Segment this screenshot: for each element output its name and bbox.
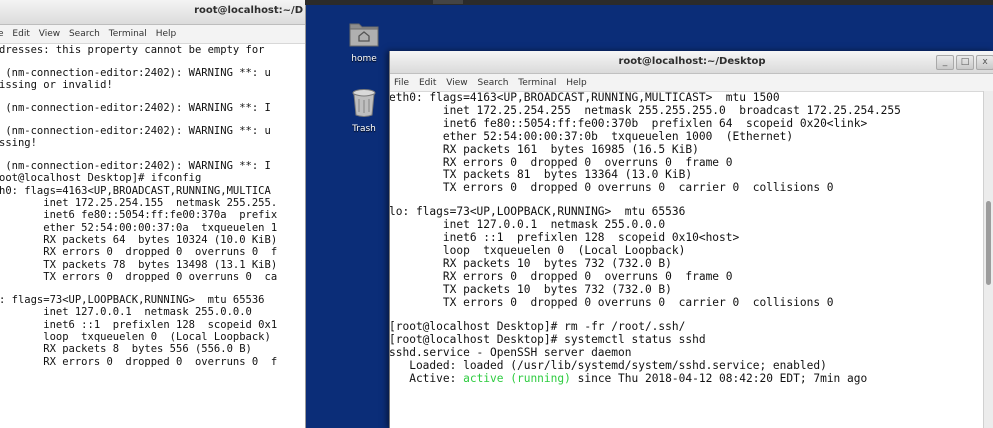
terminal-line: inet6 ::1 prefixlen 128 scopeid 0x1	[0, 318, 278, 331]
desktop-icon-label: home	[351, 54, 377, 64]
terminal-line: dresses: this property cannot be empty f…	[0, 44, 265, 56]
menu-help[interactable]: Help	[156, 29, 177, 39]
terminal-line: TX packets 78 bytes 13498 (13.1 KiB)	[0, 258, 278, 271]
terminal-line: sshd.service - OpenSSH server daemon	[389, 345, 632, 359]
terminal-window[interactable]: root@localhost:~/Desktop _ □ x File Edit…	[389, 51, 993, 428]
terminal-line: (nm-connection-editor:2402): WARNING **:…	[0, 124, 271, 137]
minimize-button[interactable]: _	[936, 55, 954, 70]
terminal-line: RX packets 161 bytes 16985 (16.5 KiB)	[389, 142, 699, 156]
menu-file[interactable]: e	[0, 29, 4, 39]
terminal-titlebar[interactable]: root@localhost:~/Desktop _ □ x	[390, 51, 993, 74]
background-terminal-window[interactable]: root@localhost:~/D e Edit View Search Te…	[0, 0, 306, 428]
window-title: root@localhost:~/Desktop	[618, 56, 766, 67]
menu-file[interactable]: File	[394, 78, 409, 88]
terminal-active-line: Active: active (running) since Thu 2018-…	[389, 371, 993, 386]
terminal-output[interactable]: dresses: this property cannot be empty f…	[0, 44, 305, 368]
terminal-line: (nm-connection-editor:2402): WARNING **:…	[0, 160, 271, 173]
terminal-line: RX packets 8 bytes 556 (556.0 B)	[0, 343, 252, 356]
terminal-line: TX errors 0 dropped 0 overruns 0 carrier…	[389, 181, 834, 195]
terminal-line: oot@localhost Desktop]# ifconfig	[0, 172, 202, 185]
active-suffix: since Thu 2018-04-12 08:42:20 EDT; 7min …	[570, 371, 868, 385]
menu-terminal[interactable]: Terminal	[109, 29, 147, 39]
menu-view[interactable]: View	[446, 78, 467, 88]
panel-handle	[433, 0, 463, 4]
terminal-line: [root@localhost Desktop]# rm -fr /root/.…	[389, 319, 686, 333]
terminal-line: TX packets 10 bytes 732 (732.0 B)	[389, 282, 672, 296]
terminal-line: : flags=73<UP,LOOPBACK,RUNNING> mtu 6553…	[0, 294, 265, 306]
trash-icon	[352, 89, 376, 117]
active-status: active (running)	[463, 371, 571, 385]
window-title: root@localhost:~/D	[194, 5, 303, 16]
terminal-line: RX errors 0 dropped 0 overruns 0 f	[0, 246, 278, 259]
menu-search[interactable]: Search	[477, 78, 508, 88]
terminal-line: ssing!	[0, 137, 37, 150]
terminal-line: inet6 fe80::5054:ff:fe00:370a prefix	[0, 209, 278, 222]
terminal-line: issing or invalid!	[0, 79, 113, 92]
terminal-line: (nm-connection-editor:2402): WARNING **:…	[0, 66, 271, 79]
terminal-line: TX errors 0 dropped 0 overruns 0 carrier…	[389, 295, 834, 309]
menu-edit[interactable]: Edit	[12, 29, 29, 39]
terminal-line: loop txqueuelen 0 (Local Loopback)	[0, 331, 271, 344]
terminal-scrollbar[interactable]	[983, 91, 993, 428]
terminal-line: inet 172.25.254.255 netmask 255.255.255.…	[389, 103, 901, 117]
desktop-icon-trash[interactable]: Trash	[334, 88, 394, 134]
terminal-line: inet6 fe80::5054:ff:fe00:370b prefixlen …	[389, 116, 868, 130]
close-button[interactable]: x	[976, 55, 993, 70]
menu-search[interactable]: Search	[69, 29, 100, 39]
desktop-icon-label: Trash	[352, 124, 376, 134]
folder-home-icon	[349, 23, 379, 47]
top-panel	[305, 0, 993, 5]
menu-view[interactable]: View	[39, 29, 60, 39]
menu-bar: File Edit View Search Terminal Help	[390, 74, 993, 92]
menu-terminal[interactable]: Terminal	[518, 78, 556, 88]
menu-edit[interactable]: Edit	[419, 78, 436, 88]
terminal-line: eth0: flags=4163<UP,BROADCAST,RUNNING,MU…	[389, 91, 780, 104]
terminal-line: RX packets 64 bytes 10324 (10.0 KiB)	[0, 234, 278, 247]
terminal-line: (nm-connection-editor:2402): WARNING **:…	[0, 102, 271, 115]
menu-help[interactable]: Help	[566, 78, 587, 88]
maximize-button[interactable]: □	[956, 55, 974, 70]
terminal-line: h0: flags=4163<UP,BROADCAST,RUNNING,MULT…	[0, 184, 271, 197]
terminal-line: RX errors 0 dropped 0 overruns 0 f	[0, 355, 278, 368]
terminal-line: RX errors 0 dropped 0 overruns 0 frame 0	[389, 269, 733, 283]
terminal-line: ether 52:54:00:00:37:0a txqueuelen 1	[0, 221, 278, 234]
terminal-line: inet 127.0.0.1 netmask 255.0.0.0	[0, 306, 252, 319]
scrollbar-thumb[interactable]	[986, 201, 991, 285]
menu-bar: e Edit View Search Terminal Help	[0, 25, 305, 44]
terminal-output[interactable]: eth0: flags=4163<UP,BROADCAST,RUNNING,MU…	[389, 91, 993, 373]
desktop-icon-home[interactable]: home	[334, 20, 394, 64]
active-prefix: Active:	[389, 371, 464, 385]
terminal-line: inet 172.25.254.155 netmask 255.255.	[0, 197, 278, 210]
background-terminal-titlebar[interactable]: root@localhost:~/D	[0, 0, 305, 25]
terminal-line: [root@localhost Desktop]# systemctl stat…	[389, 332, 706, 346]
terminal-line: ether 52:54:00:00:37:0b txqueuelen 1000 …	[389, 129, 794, 143]
terminal-line: TX errors 0 dropped 0 overruns 0 ca	[0, 271, 278, 284]
